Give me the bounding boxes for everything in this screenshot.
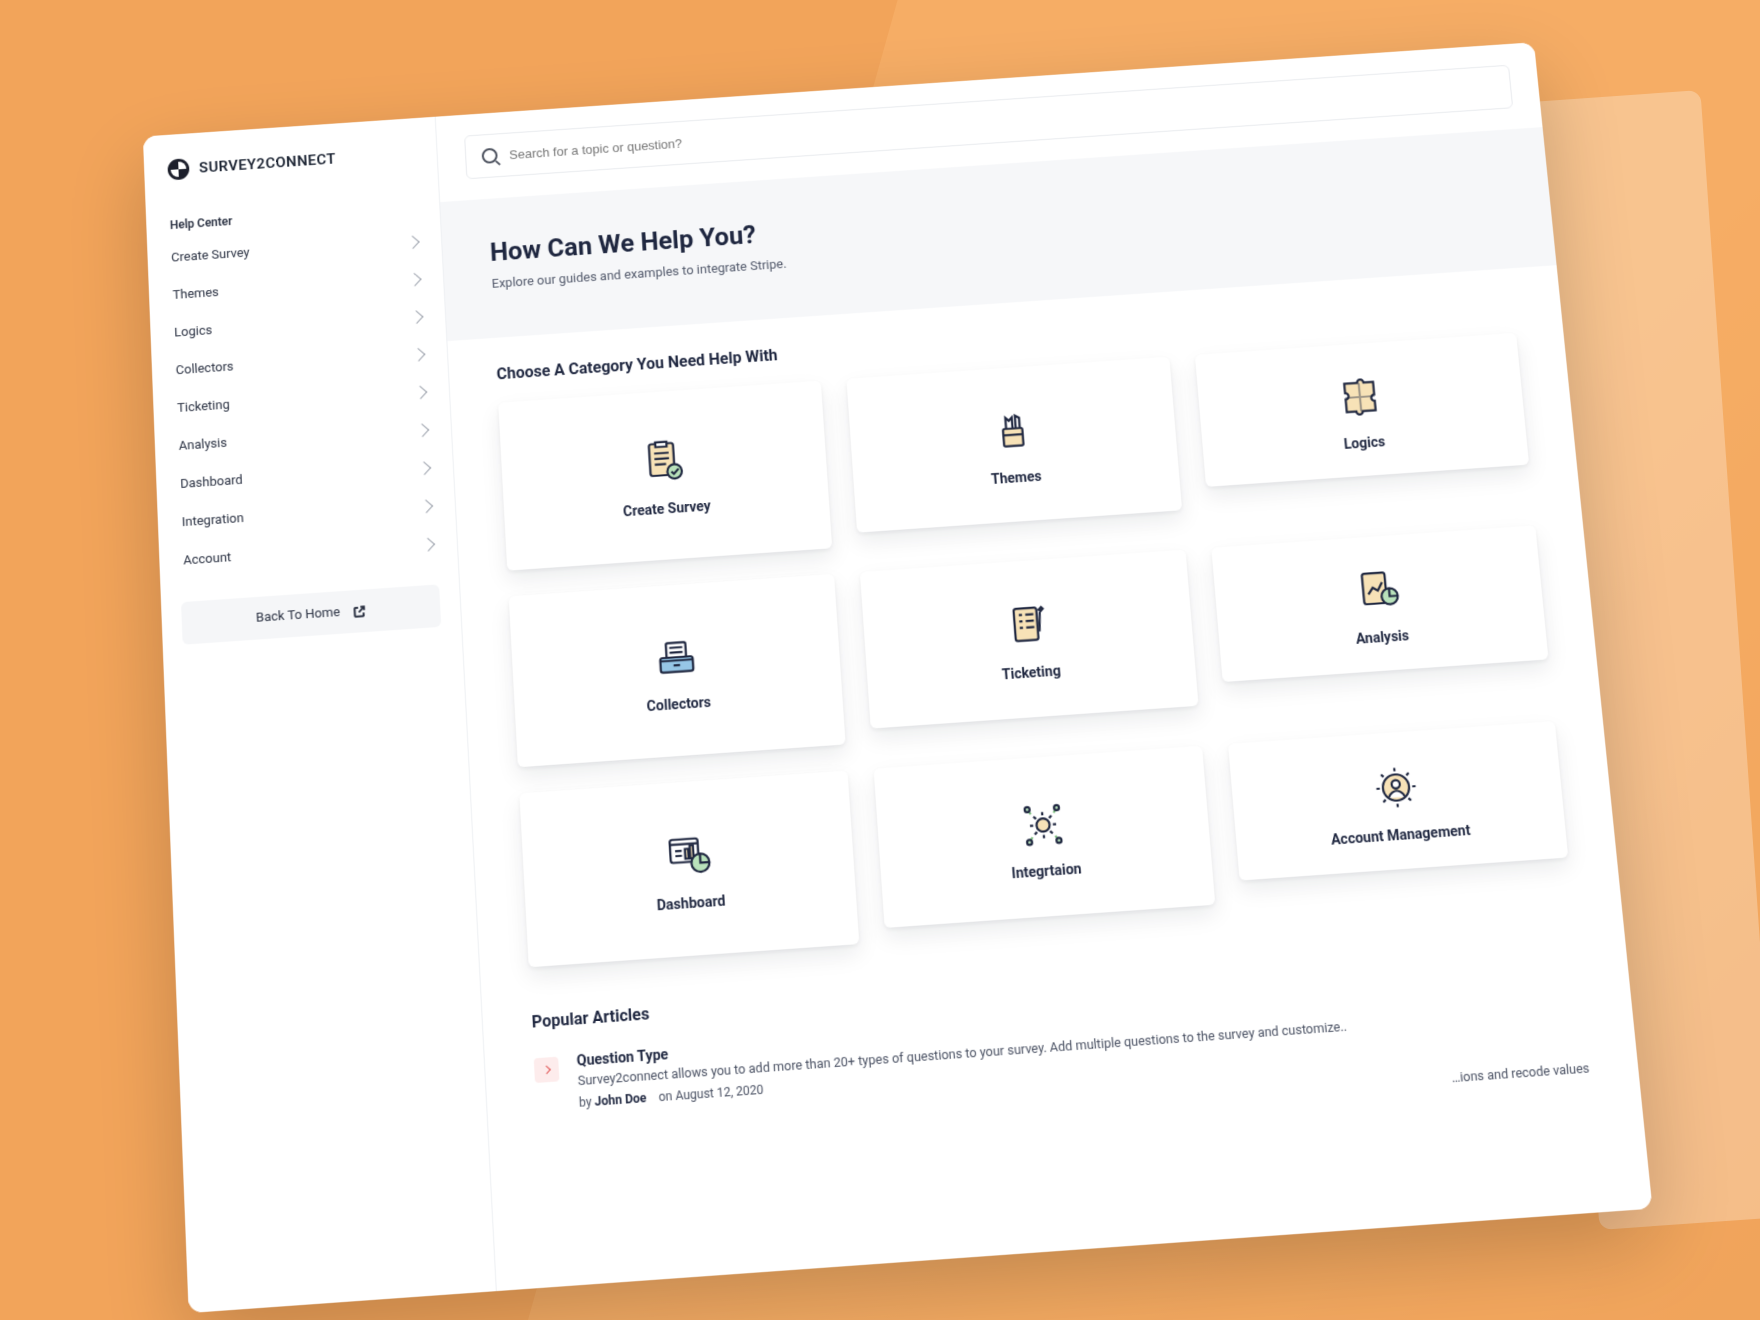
chart-page-icon xyxy=(1350,563,1406,618)
external-link-icon xyxy=(352,604,367,619)
puzzle-icon xyxy=(1332,370,1388,424)
category-label: Account Management xyxy=(1330,823,1471,849)
category-label: Collectors xyxy=(646,695,711,715)
category-card-collectors[interactable]: Collectors xyxy=(509,574,846,768)
app-window: SURVEY2CONNECT Help Center Create Survey… xyxy=(143,42,1653,1313)
category-label: Integrtaion xyxy=(1011,861,1082,882)
category-card-themes[interactable]: Themes xyxy=(847,357,1182,533)
category-card-ticketing[interactable]: Ticketing xyxy=(860,549,1198,728)
drawer-icon xyxy=(648,630,703,685)
category-label: Logics xyxy=(1343,434,1386,452)
sidebar-item-label: Analysis xyxy=(178,436,227,454)
sidebar-item-label: Logics xyxy=(174,323,212,340)
category-label: Ticketing xyxy=(1001,663,1061,683)
chevron-right-icon xyxy=(421,537,435,551)
sidebar: SURVEY2CONNECT Help Center Create Survey… xyxy=(143,117,497,1313)
category-card-create-survey[interactable]: Create Survey xyxy=(498,380,832,570)
chevron-right-icon xyxy=(408,272,422,286)
sidebar-item-label: Collectors xyxy=(175,360,233,378)
category-label: Dashboard xyxy=(656,893,725,914)
brand-logo-icon xyxy=(167,158,189,180)
sidebar-item-label: Themes xyxy=(172,285,219,303)
chevron-right-icon xyxy=(419,499,433,513)
main-content: How Can We Help You? Explore our guides … xyxy=(436,42,1653,1291)
clipboard-check-icon xyxy=(637,435,692,489)
category-card-dashboard[interactable]: Dashboard xyxy=(519,770,859,967)
chevron-right-icon xyxy=(415,423,429,437)
back-to-home-button[interactable]: Back To Home xyxy=(181,584,441,644)
chevron-right-icon xyxy=(406,235,420,249)
chevron-right-icon xyxy=(410,310,424,324)
search-icon xyxy=(481,148,497,164)
chevron-right-icon xyxy=(542,1065,551,1074)
categories-grid: Create Survey Themes Logics xyxy=(450,324,1621,981)
chevron-right-icon xyxy=(413,385,427,399)
category-label: Analysis xyxy=(1355,628,1410,648)
category-label: Themes xyxy=(991,469,1043,488)
chevron-right-icon xyxy=(417,461,431,475)
gears-sync-icon xyxy=(1015,795,1071,851)
back-to-home-label: Back To Home xyxy=(256,605,341,626)
chevron-right-icon xyxy=(411,347,425,361)
dashboard-pie-icon xyxy=(660,827,716,883)
sidebar-item-label: Create Survey xyxy=(171,246,250,266)
category-card-analysis[interactable]: Analysis xyxy=(1211,525,1549,682)
article-bullet-icon xyxy=(534,1057,560,1083)
ticket-list-icon xyxy=(1000,598,1056,653)
category-label: Create Survey xyxy=(623,499,711,521)
sidebar-item-label: Ticketing xyxy=(177,398,230,416)
user-gear-icon xyxy=(1368,760,1425,816)
sidebar-item-label: Dashboard xyxy=(180,473,243,492)
category-card-integration[interactable]: Integrtaion xyxy=(874,746,1215,928)
brand-name: SURVEY2CONNECT xyxy=(199,150,337,176)
category-card-logics[interactable]: Logics xyxy=(1194,333,1529,487)
pencil-cup-icon xyxy=(985,405,1040,459)
category-card-account-management[interactable]: Account Management xyxy=(1228,721,1569,881)
sidebar-item-label: Integration xyxy=(182,511,245,530)
sidebar-item-label: Account xyxy=(183,550,231,568)
